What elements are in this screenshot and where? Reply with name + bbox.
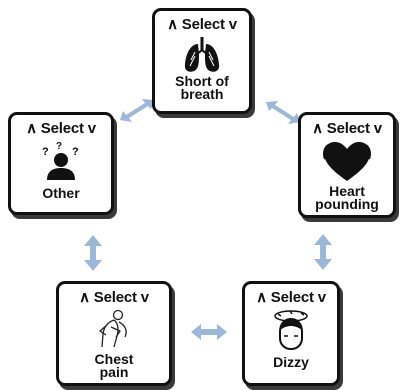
svg-text:?: ? — [72, 146, 79, 158]
heart-icon — [323, 142, 371, 181]
symptom-card-other[interactable]: ∧ Select v ? ? ? Other — [8, 112, 114, 215]
symptom-card-heart-pounding[interactable]: ∧ Select v Heart pounding — [298, 112, 396, 218]
symptom-label: Chest pain — [94, 351, 134, 380]
symptom-card-dizzy[interactable]: ∧ Select v Dizzy — [242, 281, 340, 386]
arrow-heart-dizzy — [314, 234, 332, 270]
svg-text:?: ? — [56, 141, 62, 152]
symptom-label: Short of breath — [175, 73, 229, 102]
arrow-breath-other — [120, 99, 154, 122]
symptom-label: Dizzy — [273, 354, 309, 370]
symptom-label: Other — [42, 185, 80, 201]
question-person-icon: ? ? ? — [42, 141, 79, 180]
chest-pain-person-icon — [99, 309, 127, 348]
select-toggle[interactable]: ∧ Select v — [256, 288, 326, 306]
arrow-chestpain-dizzy — [191, 324, 227, 340]
lungs-icon — [184, 37, 220, 72]
arrow-breath-heart — [266, 101, 300, 124]
select-toggle[interactable]: ∧ Select v — [79, 288, 149, 306]
symptom-label: Heart pounding — [315, 183, 379, 212]
arrow-other-chestpain — [84, 235, 102, 271]
select-toggle[interactable]: ∧ Select v — [312, 119, 382, 137]
symptom-card-chest-pain[interactable]: ∧ Select v Chest pain — [56, 281, 172, 386]
dizzy-head-icon — [274, 310, 308, 351]
select-toggle[interactable]: ∧ Select v — [167, 15, 237, 33]
svg-text:?: ? — [42, 146, 49, 158]
select-toggle[interactable]: ∧ Select v — [26, 119, 96, 137]
symptom-card-short-of-breath[interactable]: ∧ Select v Short of breath — [152, 8, 252, 114]
